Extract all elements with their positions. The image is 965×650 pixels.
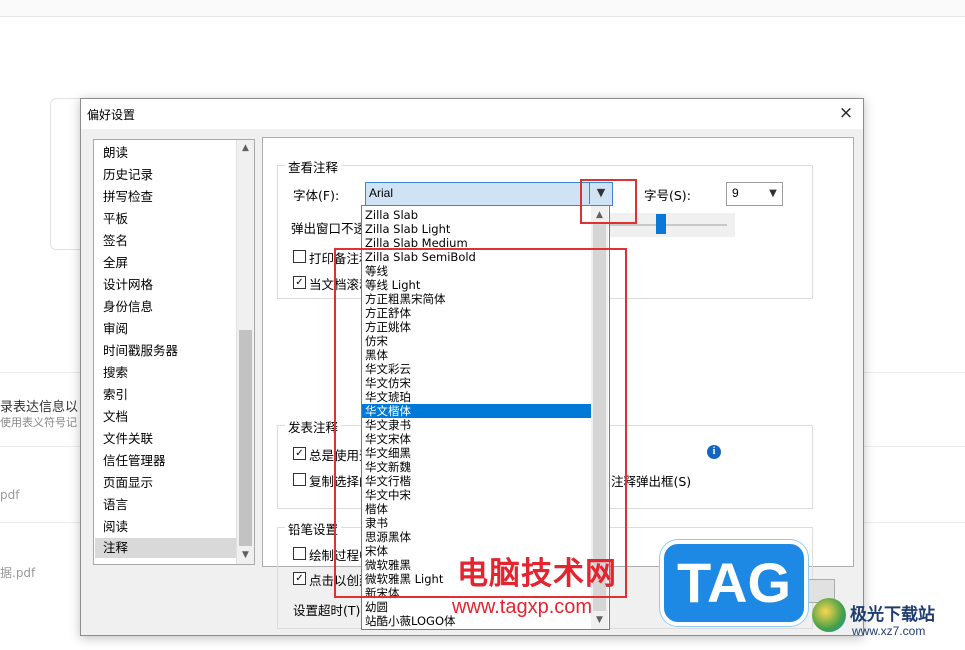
font-option[interactable]: Zilla Slab bbox=[362, 208, 593, 222]
category-item[interactable]: 身份信息 bbox=[103, 297, 153, 317]
highlight-box-font-list bbox=[334, 248, 627, 598]
close-icon[interactable]: × bbox=[835, 102, 857, 124]
category-list: 朗读 历史记录 拼写检查 平板 签名 全屏 设计网格 身份信息 审阅 时间戳服务… bbox=[93, 139, 255, 565]
scroll-down-arrow-icon[interactable]: ▼ bbox=[591, 612, 608, 628]
category-item[interactable]: 信任管理器 bbox=[103, 451, 166, 471]
info-icon[interactable]: i bbox=[707, 445, 721, 459]
font-size-value: 9 bbox=[732, 186, 739, 200]
group-title: 查看注释 bbox=[285, 157, 342, 176]
category-item-selected[interactable]: 注释 bbox=[95, 538, 243, 558]
slider-thumb[interactable] bbox=[656, 214, 666, 234]
background-info-subtitle: 使用表义符号记 bbox=[0, 416, 77, 429]
font-select[interactable]: Arial bbox=[365, 182, 613, 206]
watermark-url: www.tagxp.com bbox=[452, 596, 593, 618]
group-title: 发表注释 bbox=[285, 417, 342, 436]
popup-opacity-label: 弹出窗口不透 bbox=[291, 221, 367, 236]
scroll-up-arrow-icon[interactable]: ▲ bbox=[237, 140, 254, 156]
font-select-value: Arial bbox=[369, 186, 394, 200]
click-create-checkbox[interactable]: ✓ bbox=[293, 572, 306, 585]
dialog-titlebar: 偏好设置 × bbox=[81, 99, 863, 129]
font-size-select[interactable]: 9 ▼ bbox=[726, 182, 783, 206]
print-notes-checkbox[interactable] bbox=[293, 250, 306, 263]
group-title: 铅笔设置 bbox=[285, 519, 342, 538]
category-item[interactable]: 签名 bbox=[103, 231, 128, 251]
category-item[interactable]: 历史记录 bbox=[103, 165, 153, 185]
category-item[interactable]: 审阅 bbox=[103, 319, 128, 339]
site-logo-icon bbox=[812, 598, 846, 632]
category-item[interactable]: 文件关联 bbox=[103, 429, 153, 449]
font-size-label: 字号(S): bbox=[644, 188, 691, 203]
category-item[interactable]: 文档 bbox=[103, 407, 128, 427]
category-item[interactable]: 平板 bbox=[103, 209, 128, 229]
background-file-item[interactable]: 据.pdf bbox=[0, 564, 35, 581]
site-logo-name: 极光下载站 bbox=[850, 605, 935, 625]
category-item[interactable]: 设计网格 bbox=[103, 275, 153, 295]
background-info-title: 录表达信息以 bbox=[0, 400, 79, 415]
scroll-checkbox[interactable]: ✓ bbox=[293, 276, 306, 289]
dialog-title: 偏好设置 bbox=[87, 108, 136, 122]
site-logo-url: www.xz7.com bbox=[852, 624, 926, 638]
background-file-item[interactable]: pdf bbox=[0, 488, 19, 502]
chevron-down-icon[interactable]: ▼ bbox=[765, 183, 781, 205]
category-item[interactable]: 时间戳服务器 bbox=[103, 341, 178, 361]
category-item[interactable]: 搜索 bbox=[103, 363, 128, 383]
category-item[interactable]: 语言 bbox=[103, 495, 128, 515]
font-option[interactable]: Zilla Slab Light bbox=[362, 222, 593, 236]
watermark-text: 电脑技术网 bbox=[457, 556, 617, 592]
highlight-box-dropdown-button bbox=[580, 179, 637, 224]
category-item[interactable]: 朗读 bbox=[103, 143, 128, 163]
category-item[interactable]: 页面显示 bbox=[103, 473, 153, 493]
font-label: 字体(F): bbox=[293, 188, 340, 203]
timeout-label: 设置超时(T) bbox=[293, 603, 361, 618]
watermark-tag-logo: TAG bbox=[660, 540, 808, 626]
always-use-checkbox[interactable]: ✓ bbox=[293, 447, 306, 460]
category-item[interactable]: 阅读 bbox=[103, 517, 128, 537]
draw-checkbox[interactable] bbox=[293, 547, 306, 560]
scrollbar-thumb[interactable] bbox=[239, 330, 252, 546]
category-item[interactable]: 索引 bbox=[103, 385, 128, 405]
app-top-bar bbox=[0, 0, 965, 17]
category-item[interactable]: 拼写检查 bbox=[103, 187, 153, 207]
copy-selection-checkbox[interactable] bbox=[293, 473, 306, 486]
scroll-down-arrow-icon[interactable]: ▼ bbox=[237, 547, 254, 563]
category-scrollbar[interactable]: ▲ ▼ bbox=[236, 140, 254, 564]
category-item[interactable]: 全屏 bbox=[103, 253, 128, 273]
